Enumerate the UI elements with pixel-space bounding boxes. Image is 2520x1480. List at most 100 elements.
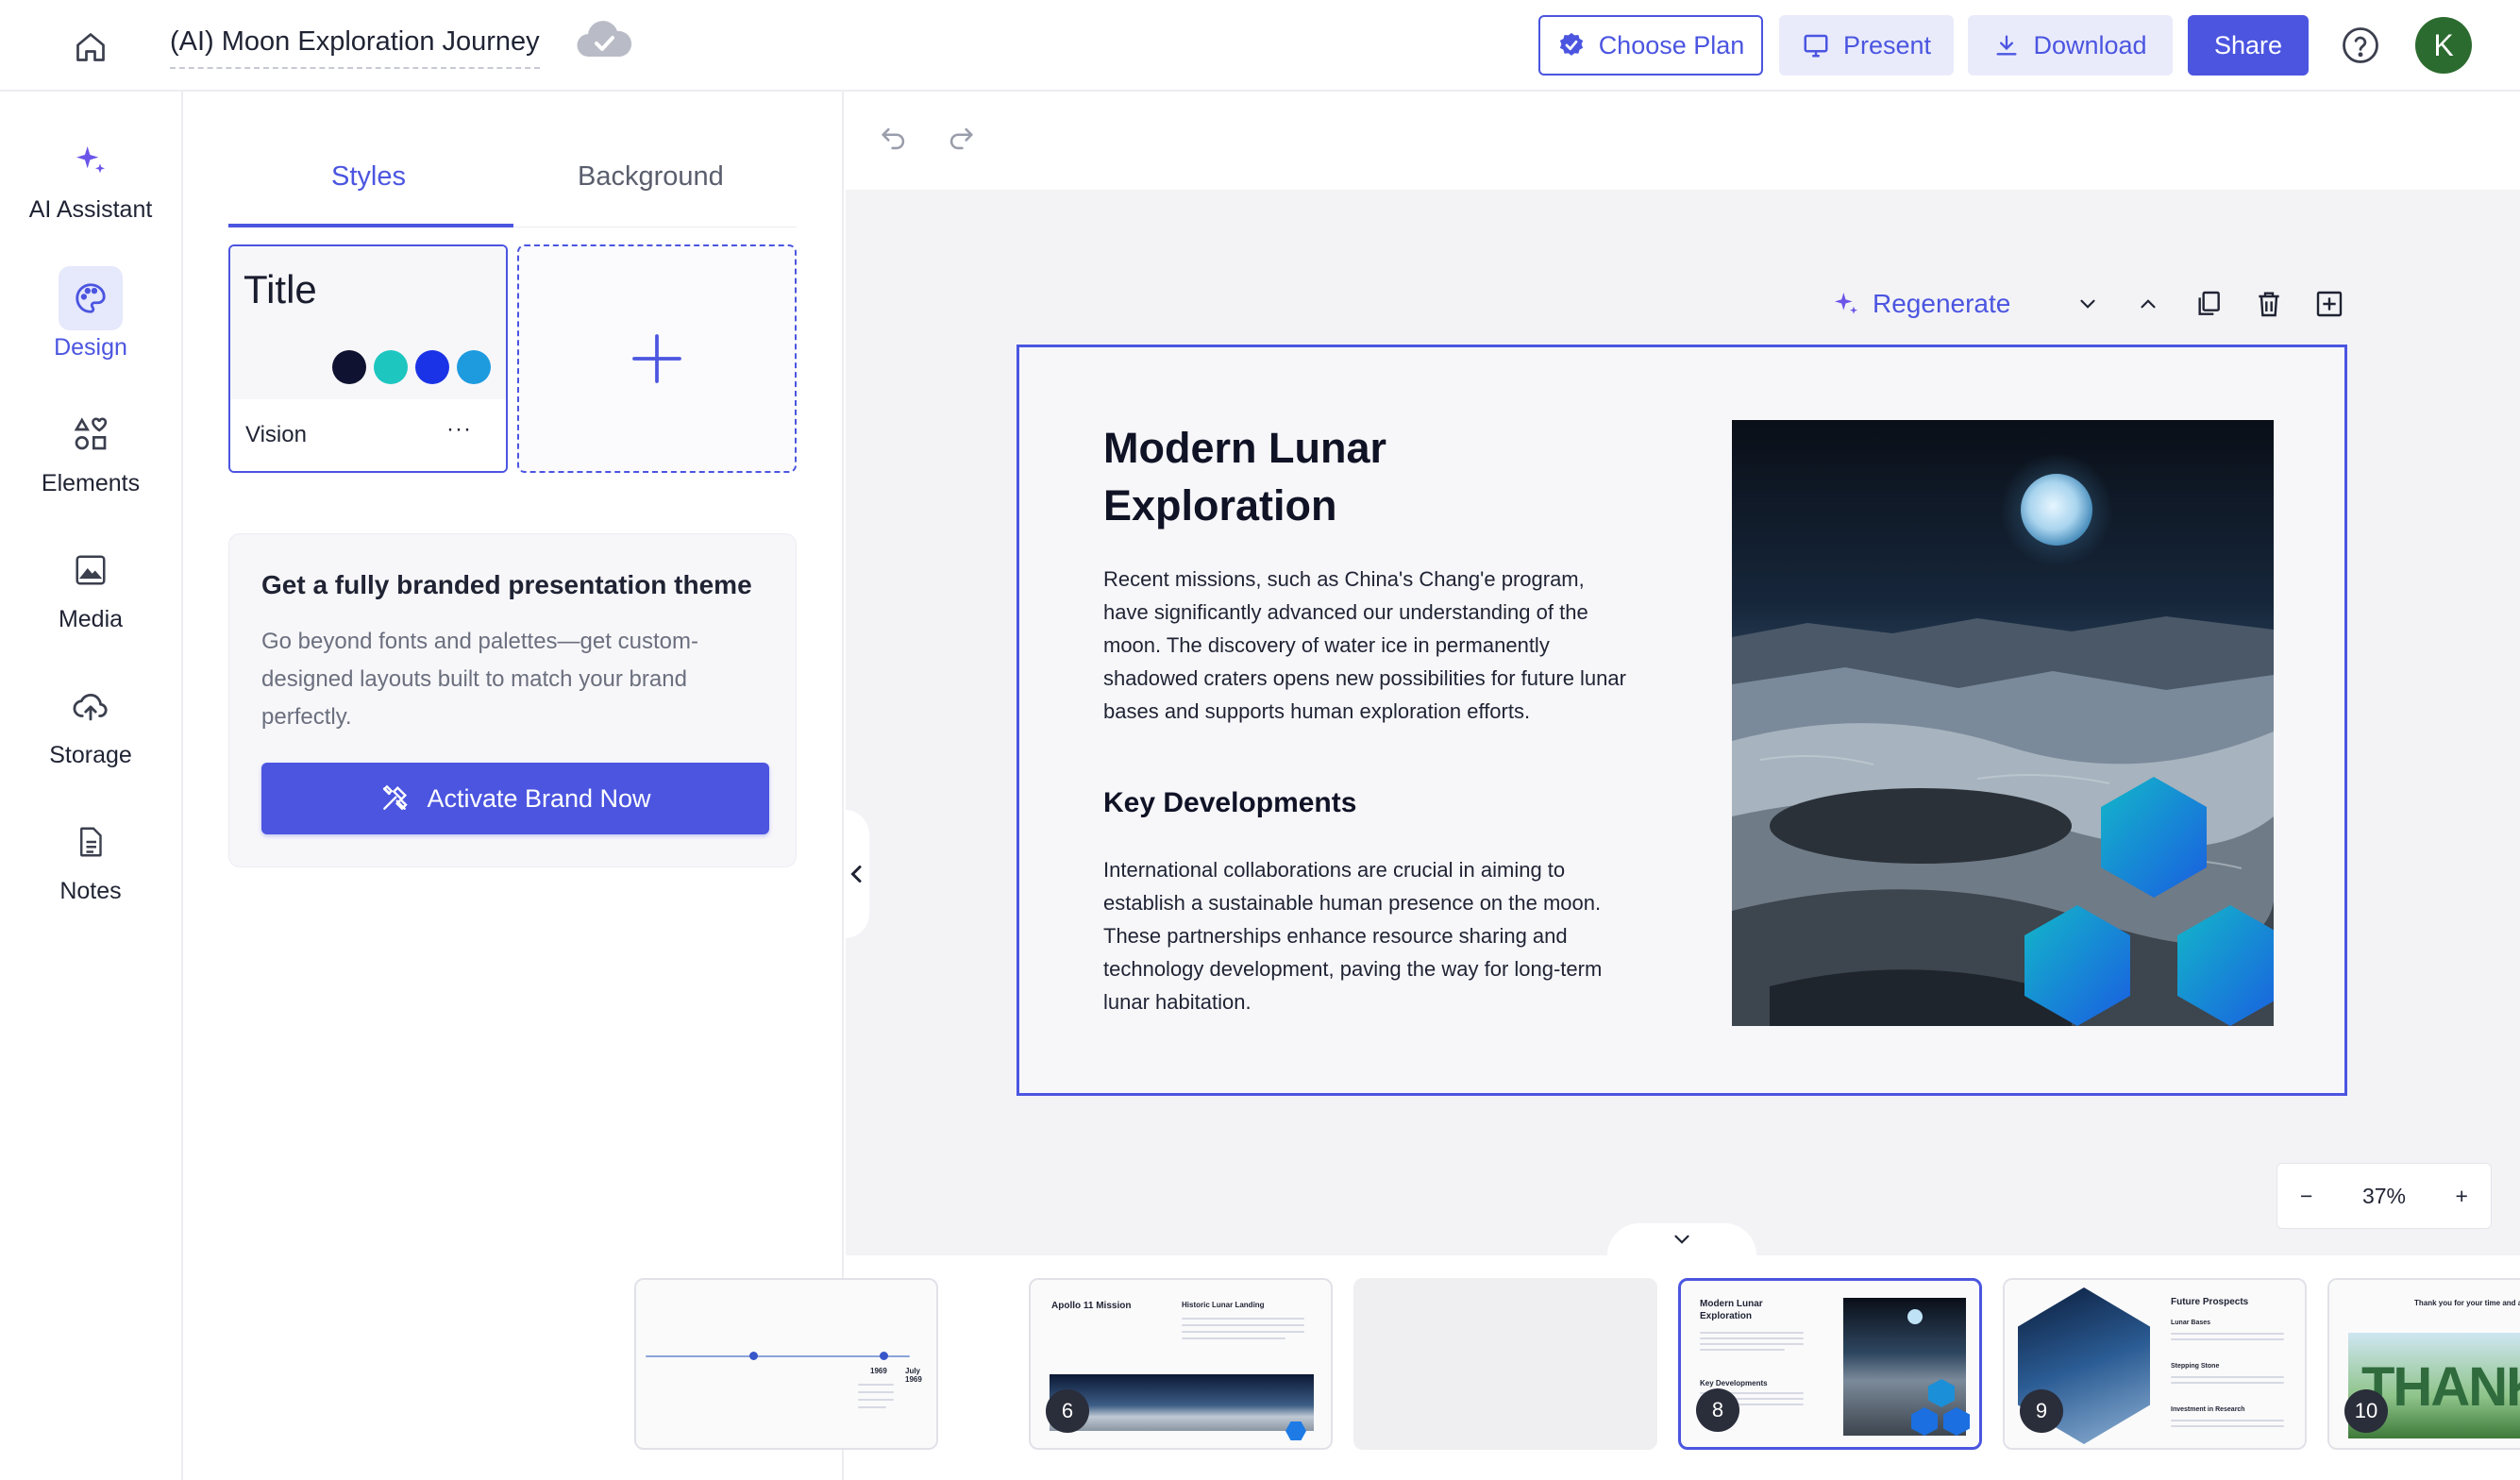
zoom-in-button[interactable]: + (2456, 1184, 2468, 1209)
undo-icon[interactable] (878, 123, 910, 160)
brand-promo-description: Go beyond fonts and palettes—get custom-… (261, 629, 698, 730)
thumbnail-label: Stepping Stone (2171, 1363, 2220, 1370)
choose-plan-label: Choose Plan (1598, 30, 1745, 59)
chevron-left-icon (850, 866, 862, 883)
style-card-vision[interactable]: Title Vision ··· (228, 244, 508, 473)
filmstrip-toggle[interactable] (1607, 1223, 1756, 1255)
slide-paragraph[interactable]: International collaborations are crucial… (1103, 853, 1632, 1018)
tab-styles[interactable]: Styles (331, 161, 406, 193)
document-title[interactable]: (AI) Moon Exploration Journey (170, 26, 540, 69)
style-card-footer: Vision ··· (230, 399, 506, 471)
zoom-out-button[interactable]: − (2300, 1184, 2312, 1209)
badge-check-icon (1559, 32, 1583, 56)
tools-icon (383, 784, 409, 811)
image-icon (59, 538, 123, 602)
slide-title[interactable]: Modern Lunar Exploration (1103, 419, 1632, 534)
chevron-down-icon[interactable] (2067, 283, 2108, 325)
plus-icon (632, 334, 681, 383)
rail-label-ai-assistant: AI Assistant (28, 196, 153, 223)
regenerate-button[interactable]: Regenerate (1831, 289, 2010, 319)
color-swatch (374, 350, 408, 384)
rail-item-elements[interactable]: Elements (0, 402, 181, 497)
rail-label-design: Design (54, 334, 127, 361)
style-preview-title: Title (244, 267, 317, 311)
activate-brand-label: Activate Brand Now (427, 783, 651, 813)
rail-item-ai-assistant[interactable]: AI Assistant (0, 128, 181, 224)
regenerate-label: Regenerate (1873, 289, 2011, 318)
thumbnail-label: Investment in Research (2171, 1406, 2245, 1413)
thumbnail-subtitle: Historic Lunar Landing (1182, 1301, 1265, 1309)
slide-subheading[interactable]: Key Developments (1103, 787, 1356, 819)
activate-brand-button[interactable]: Activate Brand Now (261, 763, 769, 834)
slide-thumbnail[interactable]: Thank you for your time and at THANK 10 (2327, 1278, 2520, 1450)
rail-item-design[interactable]: Design (0, 266, 181, 362)
thumbnail-title: Thank you for your time and at (2414, 1299, 2520, 1307)
canvas-toolbar (846, 92, 2520, 190)
rail-item-storage[interactable]: Storage (0, 674, 181, 769)
slide-thumbnail[interactable]: 1969 July 1969 (634, 1278, 938, 1450)
share-button[interactable]: Share (2188, 15, 2309, 76)
slide-paragraph[interactable]: Recent missions, such as China's Chang'e… (1103, 563, 1632, 728)
slide-canvas[interactable]: Modern Lunar Exploration Recent missions… (1016, 345, 2347, 1096)
avatar[interactable]: K (2415, 17, 2472, 74)
thumbnail-title: Future Prospects (2171, 1297, 2249, 1307)
active-tab-indicator (228, 224, 513, 227)
zoom-level[interactable]: 37% (2362, 1184, 2406, 1209)
chevron-up-icon[interactable] (2127, 283, 2169, 325)
thumbnail-label: 1969 (870, 1367, 887, 1375)
cloud-upload-icon (59, 674, 123, 738)
notes-icon (59, 810, 123, 874)
color-swatch (457, 350, 491, 384)
slide-thumbnail[interactable] (1353, 1278, 1657, 1450)
slide-thumbnail[interactable]: Apollo 11 Mission Historic Lunar Landing… (1029, 1278, 1333, 1450)
thumbnail-title: Apollo 11 Mission (1051, 1301, 1132, 1311)
color-swatch (415, 350, 449, 384)
slide-number: 9 (2020, 1389, 2063, 1433)
redo-icon[interactable] (945, 123, 977, 160)
thumbnail-label: Lunar Bases (2171, 1320, 2211, 1326)
add-slide-icon[interactable] (2309, 283, 2350, 325)
rail-item-media[interactable]: Media (0, 538, 181, 633)
shapes-icon (59, 402, 123, 466)
slide-number: 10 (2344, 1389, 2388, 1433)
slide-thumbnail[interactable]: Future Prospects Lunar Bases Stepping St… (2003, 1278, 2307, 1450)
rail-label-notes: Notes (59, 878, 122, 904)
collapse-panel-handle[interactable] (845, 810, 869, 938)
brand-promo-heading: Get a fully branded presentation theme (261, 570, 752, 599)
download-icon (1996, 35, 2017, 56)
rail-label-media: Media (58, 606, 124, 632)
style-name: Vision (245, 422, 307, 447)
duplicate-icon[interactable] (2188, 283, 2229, 325)
chevron-down-icon (1674, 1235, 1689, 1244)
thumbnail-subtitle: Key Developments (1700, 1379, 1768, 1388)
color-swatch (332, 350, 366, 384)
present-label: Present (1842, 30, 1932, 59)
slide-toolbar: Regenerate (1831, 281, 2350, 327)
style-card-preview: Title (230, 246, 506, 399)
choose-plan-button[interactable]: Choose Plan (1538, 15, 1763, 76)
add-style-button[interactable] (517, 244, 797, 473)
slide-number: 6 (1046, 1389, 1089, 1433)
sparkle-icon (59, 128, 123, 193)
rail-label-elements: Elements (41, 470, 141, 496)
cloud-saved-icon (574, 19, 634, 69)
sparkle-icon (1835, 293, 1857, 314)
moon-landscape-image[interactable] (1732, 420, 2274, 1026)
rail-item-notes[interactable]: Notes (0, 810, 181, 905)
thumbnail-title: Modern Lunar Exploration (1700, 1299, 1763, 1321)
brand-theme-promo: Get a fully branded presentation theme G… (228, 533, 797, 867)
slide-thumbnail-active[interactable]: Modern Lunar Exploration Key Development… (1678, 1278, 1982, 1450)
slide-number: 8 (1696, 1388, 1739, 1432)
more-options-icon[interactable]: ··· (446, 416, 472, 443)
thumbnail-label: July 1969 (905, 1367, 922, 1384)
home-icon[interactable] (68, 25, 113, 70)
help-icon[interactable] (2341, 25, 2380, 70)
tab-background[interactable]: Background (578, 161, 724, 193)
rail-label-storage: Storage (49, 742, 132, 768)
present-button[interactable]: Present (1779, 15, 1954, 76)
monitor-icon (1804, 34, 1828, 58)
design-panel: Styles Background Title Vision ··· Get a… (183, 92, 844, 1480)
download-button[interactable]: Download (1968, 15, 2173, 76)
zoom-control: − 37% + (2276, 1163, 2492, 1229)
trash-icon[interactable] (2248, 283, 2290, 325)
